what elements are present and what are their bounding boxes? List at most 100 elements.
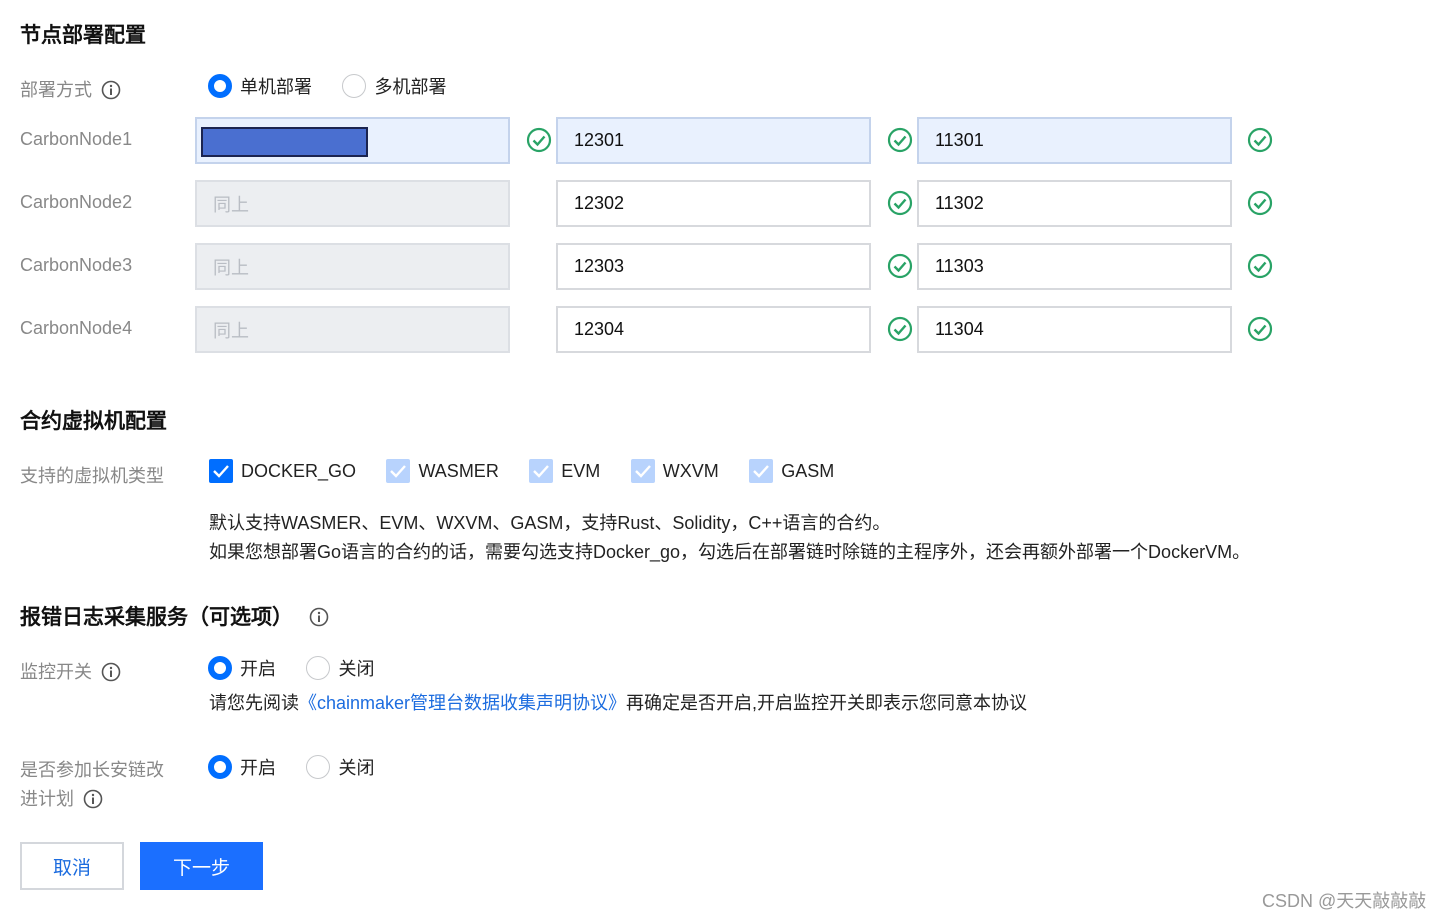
info-icon[interactable] <box>309 607 329 627</box>
data-collection-agreement-link[interactable]: 《chainmaker管理台数据收集声明协议》 <box>299 693 626 713</box>
node-port1-input[interactable]: 12302 <box>556 180 871 227</box>
info-icon[interactable] <box>83 789 103 809</box>
improvement-plan-label: 是否参加长安链改 进计划 <box>20 756 164 814</box>
radio-monitor-off[interactable]: 关闭 <box>306 656 375 680</box>
monitor-notice: 请您先阅读《chainmaker管理台数据收集声明协议》再确定是否开启,开启监控… <box>209 689 1027 718</box>
checkbox-gasm <box>749 459 774 483</box>
checkbox-wasmer-label: WASMER <box>418 460 499 481</box>
node-ip-placeholder: 同上 <box>213 320 249 341</box>
node-ip-input[interactable] <box>195 117 510 164</box>
node-name-label: CarbonNode1 <box>20 129 133 149</box>
vm-types-label: 支持的虚拟机类型 <box>20 466 164 486</box>
radio-multi-machine-dot[interactable] <box>342 74 367 98</box>
deploy-mode-label-text: 部署方式 <box>20 80 92 100</box>
next-step-button[interactable]: 下一步 <box>140 842 263 890</box>
watermark: CSDN @天天敲敲敲 <box>1262 891 1427 911</box>
checkbox-docker-go[interactable] <box>209 459 233 483</box>
vm-description: 默认支持WASMER、EVM、WXVM、GASM，支持Rust、Solidity… <box>209 509 1429 567</box>
vm-types-group: DOCKER_GO WASMER EVM WXVM GASM <box>209 459 834 483</box>
section-title-vm: 合约虚拟机配置 <box>20 410 167 433</box>
radio-monitor-on-label: 开启 <box>240 659 276 679</box>
vm-checkbox-evm: EVM <box>529 459 604 483</box>
monitor-notice-suffix: 再确定是否开启,开启监控开关即表示您同意本协议 <box>626 693 1028 713</box>
deploy-mode-label: 部署方式 <box>20 76 121 102</box>
checkbox-evm-label: EVM <box>561 460 601 481</box>
cancel-button[interactable]: 取消 <box>20 842 124 890</box>
monitor-switch-label: 监控开关 <box>20 658 121 684</box>
node-port1-input[interactable]: 12301 <box>556 117 871 164</box>
monitor-radio-group: 开启 关闭 <box>208 655 374 681</box>
radio-plan-on-label: 开启 <box>240 758 276 778</box>
section-title-log: 报错日志采集服务（可选项） <box>20 601 329 631</box>
node-port2-value: 11302 <box>935 193 984 213</box>
radio-monitor-off-label: 关闭 <box>338 659 375 679</box>
improvement-plan-label-line1: 是否参加长安链改 <box>20 760 164 780</box>
radio-plan-off-label: 关闭 <box>338 758 375 778</box>
node-port1-input[interactable]: 12304 <box>556 306 871 353</box>
checkbox-gasm-label: GASM <box>781 460 835 481</box>
redacted-ip-mask <box>201 127 368 157</box>
node-port2-value: 11304 <box>935 319 984 339</box>
node-port2-input[interactable]: 11303 <box>917 243 1232 290</box>
checkbox-wxvm-label: WXVM <box>662 460 719 481</box>
node-ip-placeholder: 同上 <box>213 257 249 278</box>
node-port1-input[interactable]: 12303 <box>556 243 871 290</box>
node-ip-input: 同上 <box>195 306 510 353</box>
radio-multi-machine-label: 多机部署 <box>374 77 447 97</box>
checkbox-wasmer <box>386 459 411 483</box>
radio-monitor-on-dot[interactable] <box>208 656 232 680</box>
info-icon[interactable] <box>101 662 121 682</box>
radio-multi-machine[interactable]: 多机部署 <box>342 74 447 98</box>
radio-single-machine-label: 单机部署 <box>240 77 312 97</box>
node-port1-value: 12303 <box>574 256 625 276</box>
node-port2-input[interactable]: 11301 <box>917 117 1232 164</box>
improvement-plan-radio-group: 开启 关闭 <box>208 754 374 780</box>
vm-description-line1: 默认支持WASMER、EVM、WXVM、GASM，支持Rust、Solidity… <box>209 513 891 533</box>
vm-checkbox-wxvm: WXVM <box>630 459 723 483</box>
node-port2-value: 11303 <box>935 256 984 276</box>
node-ip-placeholder: 同上 <box>213 194 249 215</box>
valid-check-icon <box>1247 253 1273 279</box>
node-name-label: CarbonNode2 <box>20 192 133 212</box>
node-port2-input[interactable]: 11304 <box>917 306 1232 353</box>
node-ip-input: 同上 <box>195 180 510 227</box>
radio-monitor-off-dot[interactable] <box>306 656 331 680</box>
monitor-notice-prefix: 请您先阅读 <box>209 693 299 713</box>
valid-check-icon <box>887 253 913 279</box>
radio-single-machine[interactable]: 单机部署 <box>208 74 316 98</box>
vm-description-line2: 如果您想部署Go语言的合约的话，需要勾选支持Docker_go，勾选后在部署链时… <box>209 542 1251 562</box>
valid-check-icon <box>1247 127 1273 153</box>
improvement-plan-label-line2: 进计划 <box>20 789 74 809</box>
radio-plan-on[interactable]: 开启 <box>208 755 280 779</box>
node-name-label: CarbonNode3 <box>20 255 133 275</box>
valid-check-icon <box>887 127 913 153</box>
valid-check-icon <box>1247 190 1273 216</box>
valid-check-icon <box>887 190 913 216</box>
valid-check-icon <box>526 127 552 153</box>
node-port1-value: 12302 <box>574 193 625 213</box>
deploy-mode-radio-group: 单机部署 多机部署 <box>208 73 446 99</box>
checkbox-docker-go-label: DOCKER_GO <box>241 460 357 481</box>
node-name-label: CarbonNode4 <box>20 318 133 338</box>
vm-checkbox-docker-go[interactable]: DOCKER_GO <box>209 459 360 483</box>
info-icon[interactable] <box>101 80 121 100</box>
checkbox-wxvm <box>630 459 655 483</box>
radio-plan-on-dot[interactable] <box>208 755 232 779</box>
radio-monitor-on[interactable]: 开启 <box>208 656 280 680</box>
section-title-log-text: 报错日志采集服务（可选项） <box>20 606 293 629</box>
monitor-switch-label-text: 监控开关 <box>20 662 92 682</box>
section-title-node-deploy: 节点部署配置 <box>20 24 146 47</box>
node-port1-value: 12304 <box>574 319 625 339</box>
node-ip-input: 同上 <box>195 243 510 290</box>
radio-plan-off-dot[interactable] <box>306 755 331 779</box>
valid-check-icon <box>887 316 913 342</box>
vm-checkbox-gasm: GASM <box>749 459 835 483</box>
checkbox-evm <box>529 459 554 483</box>
valid-check-icon <box>1247 316 1273 342</box>
node-port2-value: 11301 <box>935 130 984 150</box>
radio-single-machine-dot[interactable] <box>208 74 232 98</box>
node-port1-value: 12301 <box>574 130 625 150</box>
radio-plan-off[interactable]: 关闭 <box>306 755 375 779</box>
vm-checkbox-wasmer: WASMER <box>386 459 503 483</box>
node-port2-input[interactable]: 11302 <box>917 180 1232 227</box>
